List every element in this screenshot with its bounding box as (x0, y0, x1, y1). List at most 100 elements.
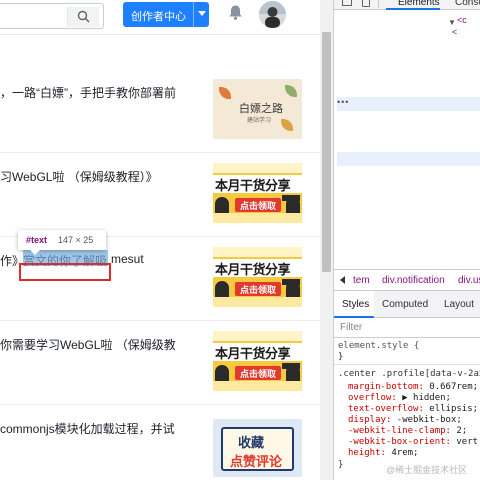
list-item[interactable]: 你需要学习WebGL啦 （保姆级教 本月干货分享 点击领取 (0, 321, 320, 405)
list-item[interactable]: ，一路“白嫖”，手把手教你部署前 白嫖之路 建站学习 (0, 69, 320, 153)
tooltip-node-name: #text (26, 235, 48, 245)
promo-stripe (213, 297, 302, 307)
search-button[interactable] (67, 7, 99, 27)
breadcrumb-item[interactable]: div.us (458, 275, 480, 286)
search-input[interactable] (0, 3, 104, 29)
css-declaration[interactable]: text-overflow: ellipsis; (348, 404, 478, 414)
tab-elements-label: Elements (398, 0, 440, 8)
thumbnail-button-label: 点击领取 (240, 201, 277, 211)
article-title[interactable]: commonjs模块化加载过程，并试 (0, 420, 175, 437)
thumbnail-button: 点击领取 (235, 366, 281, 380)
css-property: height (348, 448, 381, 458)
chevron-left-icon[interactable] (340, 276, 345, 284)
article-title-suffix[interactable]: mesut (111, 252, 144, 266)
css-value: 4rem; (391, 448, 419, 458)
css-value: 0.667rem; (429, 382, 479, 392)
search-icon (77, 10, 90, 23)
creator-center-button[interactable]: 创作者中心 (123, 2, 209, 27)
tab-styles[interactable]: Styles (334, 291, 374, 318)
styles-filter[interactable]: Filter (334, 318, 480, 338)
styles-pane: element.style { } .center .profile[data-… (334, 339, 480, 480)
select-element-icon[interactable] (342, 0, 352, 6)
top-navbar: 创作者中心 (0, 0, 320, 35)
css-property: display (348, 415, 386, 425)
css-declaration[interactable]: -webkit-line-clamp: 2; (348, 426, 467, 436)
css-declaration[interactable]: margin-bottom: 0.667rem; (348, 382, 478, 392)
breadcrumb-item[interactable]: tem (353, 275, 370, 286)
thumbnail-title: 本月干货分享 (215, 262, 291, 277)
creator-center-label: 创作者中心 (131, 11, 186, 23)
css-declaration[interactable]: -webkit-box-orient: vert (348, 437, 478, 447)
article-thumbnail[interactable]: 本月干货分享 点击领取 (213, 331, 302, 391)
list-item[interactable]: commonjs模块化加载过程，并试 收藏 点赞评论 (0, 405, 320, 480)
article-thumbnail[interactable]: 收藏 点赞评论 (213, 419, 302, 477)
css-value: ▶ hidden; (402, 393, 451, 403)
article-title[interactable]: 习WebGL啦 （保姆级教程）》 (0, 168, 158, 185)
promo-stripe (213, 381, 302, 391)
article-title[interactable]: ，一路“白嫖”，手把手教你部署前 (0, 84, 176, 101)
thumbnail-subtitle: 建站学习 (247, 118, 272, 124)
devtools-toolbar: Elements Console (334, 0, 480, 10)
dom-row-hover[interactable] (337, 97, 480, 111)
creator-button-divider (193, 2, 194, 27)
css-declaration[interactable]: height: 4rem; (348, 448, 418, 458)
element-style-rule[interactable]: element.style { (338, 341, 419, 351)
css-declaration[interactable]: overflow: ▶ hidden; (348, 393, 451, 403)
inspect-highlight-box (19, 263, 111, 281)
thumbnail-title: 白嫖之路 (239, 103, 283, 115)
tab-elements[interactable]: Elements (386, 0, 440, 10)
dom-node[interactable]: < (452, 27, 457, 37)
css-value: vert (456, 437, 479, 447)
filter-input[interactable]: Filter (340, 322, 362, 333)
promo-stripe (213, 213, 302, 223)
dom-ellipsis-button[interactable]: ••• (337, 97, 349, 107)
list-item[interactable]: 习WebGL啦 （保姆级教程）》 本月干货分享 点击领取 (0, 153, 320, 237)
article-thumbnail[interactable]: 白嫖之路 建站学习 (213, 79, 302, 139)
article-thumbnail[interactable]: 本月干货分享 点击领取 (213, 247, 302, 307)
dom-row-selected[interactable] (337, 152, 480, 166)
devtools-panel: Elements Console ▼ <c < ••• tem div.noti… (333, 0, 480, 480)
scrollbar-thumb[interactable] (322, 32, 331, 272)
css-value: -webkit-box; (396, 415, 462, 425)
chevron-down-icon[interactable] (198, 11, 206, 16)
thumbnail-button: 点击领取 (235, 198, 281, 212)
inspector-tooltip: #text 147 × 25 (18, 230, 106, 255)
rule-close-brace: } (338, 352, 344, 362)
dom-node[interactable]: <c (457, 15, 467, 25)
tooltip-dimensions: 147 × 25 (58, 235, 94, 245)
article-title[interactable]: 你需要学习WebGL啦 （保姆级教 (0, 336, 176, 353)
promo-stripe (213, 331, 302, 341)
toolbar-divider (378, 0, 379, 8)
css-property: -webkit-box-orient (348, 437, 446, 447)
tooltip-arrow (30, 250, 40, 255)
avatar[interactable] (259, 1, 286, 28)
thumbnail-title: 收藏 (238, 435, 265, 450)
dom-tree: ▼ <c < ••• (334, 11, 480, 269)
thumbnail-title: 本月干货分享 (215, 178, 291, 193)
tab-styles-label: Styles (342, 299, 370, 310)
bell-icon[interactable] (227, 4, 244, 21)
breadcrumb: tem div.notification div.us (334, 269, 480, 291)
css-property: margin-bottom (348, 382, 419, 392)
css-property: text-overflow (348, 404, 419, 414)
thumbnail-button-label: 点击领取 (240, 369, 277, 379)
article-thumbnail[interactable]: 本月干货分享 点击领取 (213, 163, 302, 223)
breadcrumb-item[interactable]: div.notification (382, 275, 445, 286)
css-value: ellipsis; (429, 404, 479, 414)
css-property: overflow (348, 393, 392, 403)
css-declaration[interactable]: display: -webkit-box; (348, 415, 462, 425)
page-scrollbar[interactable] (320, 0, 333, 480)
page-content: 创作者中心 ，一路“白嫖”，手把手教你部署前 白嫖之路 建站学习 习WebGL啦… (0, 0, 333, 480)
thumbnail-subtitle: 点赞评论 (230, 454, 283, 469)
tab-console[interactable]: Console (455, 0, 480, 8)
tab-layout[interactable]: Layout (444, 299, 474, 310)
device-toolbar-icon[interactable] (362, 0, 370, 7)
css-property: -webkit-line-clamp (348, 426, 446, 436)
css-selector[interactable]: .center .profile[data-v-2a5 (338, 369, 480, 379)
thumbnail-card: 收藏 点赞评论 (221, 427, 294, 471)
tab-computed[interactable]: Computed (382, 299, 428, 310)
promo-stripe (213, 163, 302, 173)
rule-divider (334, 364, 480, 365)
rule-close-brace: } (338, 460, 344, 470)
chevron-down-icon[interactable]: ▼ (448, 18, 456, 27)
